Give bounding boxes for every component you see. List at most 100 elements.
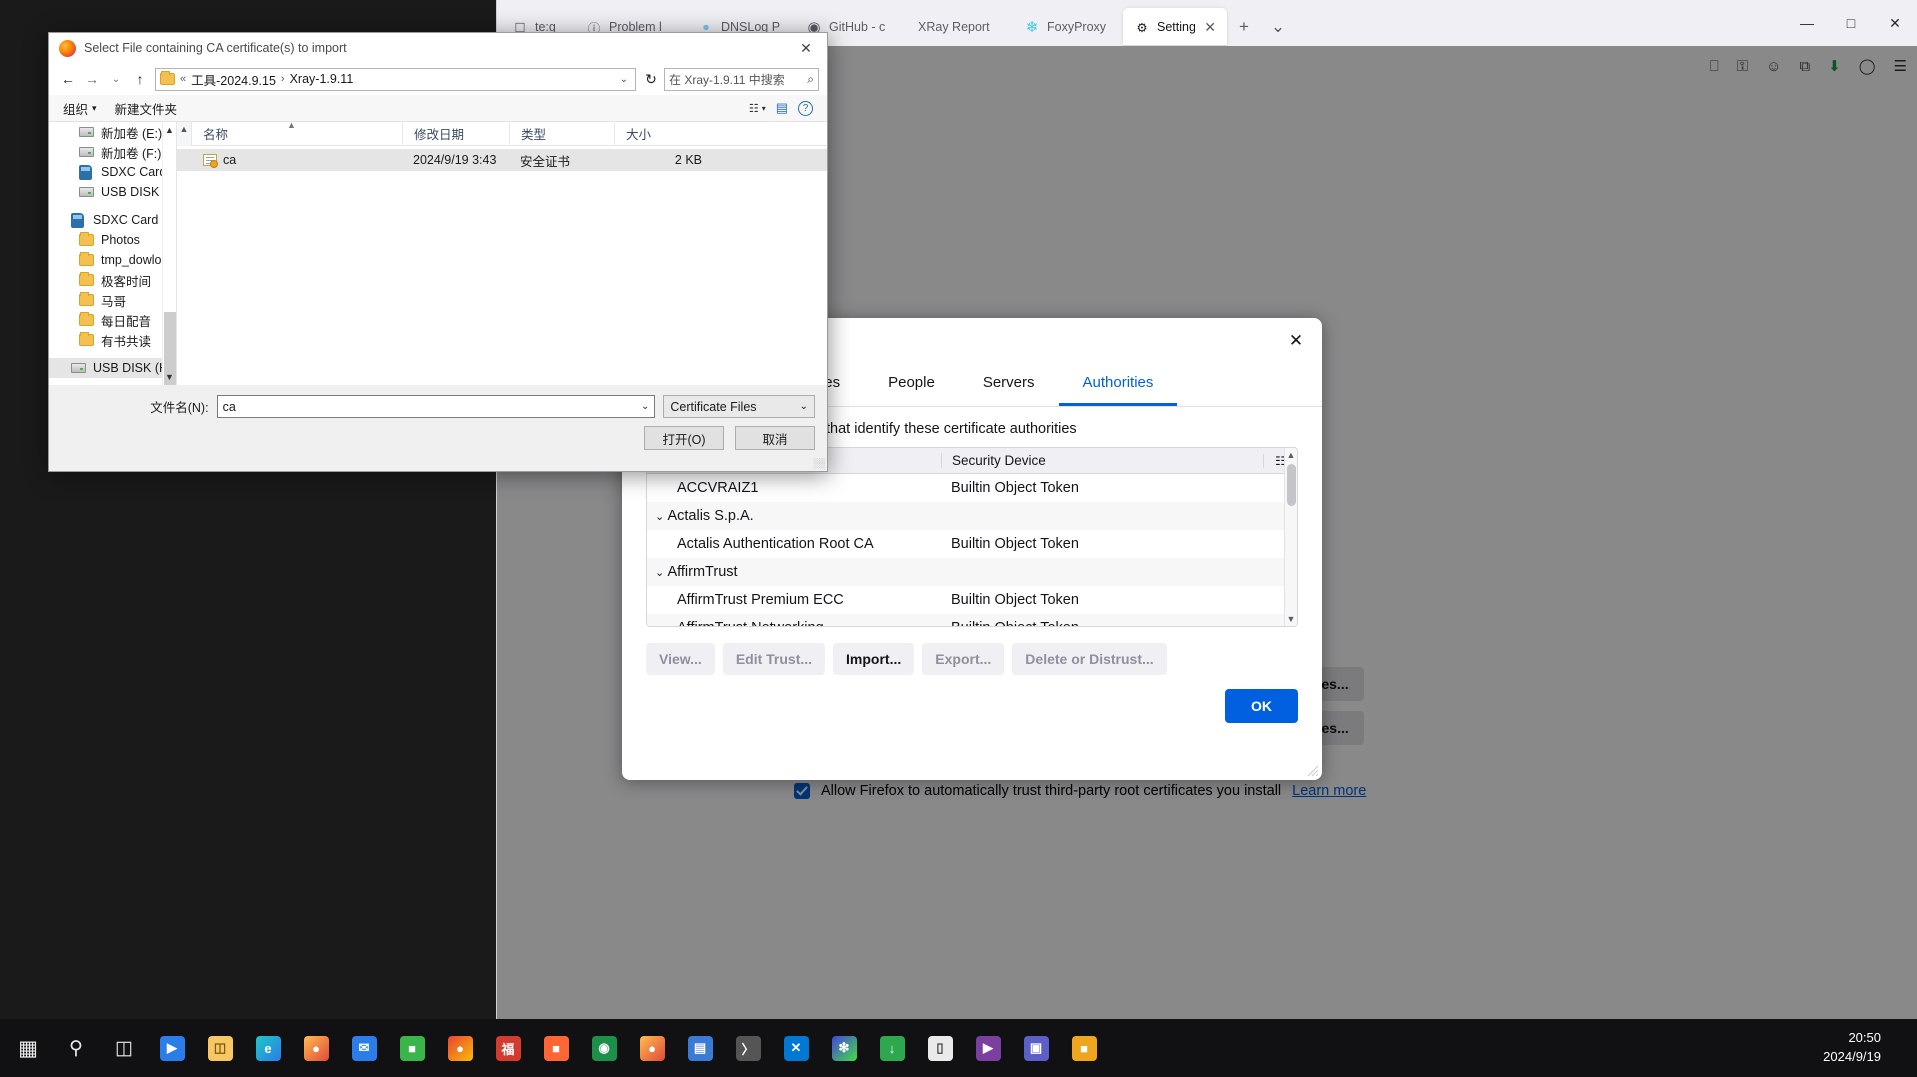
view-mode-button[interactable]: ☷ ▾ (749, 102, 766, 115)
column-header-name[interactable]: 名称 ▲ (192, 120, 402, 146)
vscode-icon[interactable]: ✕ (774, 1024, 818, 1072)
scroll-down-icon[interactable]: ▼ (1285, 612, 1297, 626)
table-row[interactable]: AffirmTrust Premium ECC Builtin Object T… (647, 586, 1297, 614)
resize-grip[interactable]: ░░ (813, 458, 825, 468)
minimize-button[interactable]: — (1785, 0, 1829, 46)
colorful-app-icon[interactable]: ❇ (822, 1024, 866, 1072)
new-tab-button[interactable]: + (1227, 8, 1261, 46)
globe-icon[interactable]: ◉ (582, 1024, 626, 1072)
scrollbar-thumb[interactable] (1287, 464, 1296, 506)
breadcrumb-part[interactable]: Xray-1.9.11 (290, 72, 354, 86)
breadcrumb-part[interactable]: 工具-2024.9.15 (191, 70, 276, 89)
forward-icon[interactable]: → (81, 67, 103, 91)
tree-item-usb-disk-selected[interactable]: USB DISK (H:) (49, 358, 176, 378)
tree-item-dubbing[interactable]: 每日配音 (49, 310, 176, 330)
scroll-up-icon[interactable]: ▲ (163, 122, 176, 138)
tree-item-tmp-download[interactable]: tmp_dowload_ (49, 250, 176, 270)
tab-authorities[interactable]: Authorities (1058, 364, 1178, 406)
taskbar-clock[interactable]: 20:50 2024/9/19 (1823, 1019, 1881, 1077)
edge-icon[interactable]: e (246, 1024, 290, 1072)
browser-tab[interactable]: ❄ FoxyProxy (1013, 8, 1123, 46)
video-app-icon[interactable]: ▶ (966, 1024, 1010, 1072)
column-header-size[interactable]: 大小 (614, 121, 714, 146)
tree-item-jike[interactable]: 极客时间 (49, 270, 176, 290)
notes-icon[interactable]: ▤ (678, 1024, 722, 1072)
open-button[interactable]: 打开(O) (644, 426, 724, 450)
firefox-dev-icon[interactable]: ● (630, 1024, 674, 1072)
preview-pane-icon[interactable]: ▤ (776, 100, 788, 116)
fu-app-icon[interactable]: 福 (486, 1024, 530, 1072)
view-button[interactable]: View... (646, 643, 715, 675)
help-icon[interactable]: ? (798, 100, 813, 116)
chevron-down-icon[interactable]: ⌄ (641, 401, 649, 412)
vertical-scrollbar[interactable]: ▲ ▼ (1284, 448, 1297, 626)
breadcrumb[interactable]: « 工具-2024.9.15 › Xray-1.9.11 ⌄ (155, 67, 636, 91)
tree-item-usb-h[interactable]: USB DISK (H:) (49, 182, 176, 202)
chevron-down-icon[interactable]: ⌄ (800, 401, 808, 412)
tree-item-drive-e[interactable]: 新加卷 (E:) (49, 122, 176, 142)
table-row[interactable]: Actalis Authentication Root CA Builtin O… (647, 530, 1297, 558)
file-explorer-icon[interactable]: ◫ (198, 1024, 242, 1072)
table-row[interactable]: ACCVRAIZ1 Builtin Object Token (647, 474, 1297, 502)
tree-item-photos[interactable]: Photos (49, 230, 176, 250)
organize-button[interactable]: 组织 ▾ (63, 99, 97, 118)
file-row[interactable]: ca 2024/9/19 3:43 安全证书 2 KB (177, 149, 827, 171)
teams-icon[interactable]: ▣ (1014, 1024, 1058, 1072)
table-row[interactable]: ⌄ AffirmTrust (647, 558, 1297, 586)
burp-icon[interactable]: ■ (534, 1024, 578, 1072)
tree-item-reading[interactable]: 有书共读 (49, 330, 176, 350)
column-header-modified[interactable]: 修改日期 (402, 121, 509, 146)
search-input[interactable]: 在 Xray-1.9.11 中搜索 ⌕ (664, 67, 819, 91)
column-header-device[interactable]: Security Device (941, 453, 1263, 468)
table-row[interactable]: ⌄ Actalis S.p.A. (647, 502, 1297, 530)
ok-button[interactable]: OK (1225, 689, 1298, 723)
firefox-icon[interactable]: ● (294, 1024, 338, 1072)
back-icon[interactable]: ← (57, 67, 79, 91)
up-icon[interactable]: ↑ (129, 67, 151, 91)
document-app-icon[interactable]: ▯ (918, 1024, 962, 1072)
list-all-tabs-button[interactable]: ⌄ (1261, 8, 1295, 46)
terminal-icon[interactable]: 〉 (726, 1024, 770, 1072)
tree-scrollbar[interactable]: ▲ ▼ (162, 122, 176, 385)
tree-item-drive-f[interactable]: 新加卷 (F:) (49, 142, 176, 162)
edit-trust-button[interactable]: Edit Trust... (722, 643, 826, 675)
folder-app-icon[interactable]: ■ (1062, 1024, 1106, 1072)
show-desktop-button[interactable] (1905, 1019, 1913, 1077)
tab-people[interactable]: People (864, 364, 959, 406)
media-app-icon[interactable]: ▶ (150, 1024, 194, 1072)
start-icon[interactable]: ▦ (6, 1024, 50, 1072)
wechat-icon[interactable]: ■ (390, 1024, 434, 1072)
download-app-icon[interactable]: ↓ (870, 1024, 914, 1072)
tree-item-mage[interactable]: 马哥 (49, 290, 176, 310)
browser-tab-settings[interactable]: ⚙ Settings ✕ (1123, 8, 1227, 46)
filename-input[interactable]: ca ⌄ (216, 395, 656, 418)
scroll-up-icon[interactable]: ▲ (1285, 448, 1297, 462)
export-button[interactable]: Export... (922, 643, 1005, 675)
close-icon[interactable]: ✕ (785, 33, 827, 63)
table-row[interactable]: AffirmTrust Networking Builtin Object To… (647, 614, 1297, 626)
delete-or-distrust-button[interactable]: Delete or Distrust... (1012, 643, 1167, 675)
close-window-button[interactable]: ✕ (1873, 0, 1917, 46)
maximize-button[interactable]: □ (1829, 0, 1873, 46)
tree-item-sdxc-g[interactable]: SDXC Card (G:) (49, 162, 176, 182)
chevron-down-icon[interactable]: ⌄ (655, 567, 664, 579)
tree-item-sdxc-root[interactable]: SDXC Card (G:) (49, 210, 176, 230)
tab-servers[interactable]: Servers (959, 364, 1059, 406)
column-header-type[interactable]: 类型 (509, 121, 614, 146)
scroll-down-icon[interactable]: ▼ (163, 369, 176, 385)
close-icon[interactable]: ✕ (1204, 19, 1216, 36)
task-view-icon[interactable]: ◫ (102, 1024, 146, 1072)
recent-locations-icon[interactable]: ⌄ (105, 67, 127, 91)
import-button[interactable]: Import... (833, 643, 915, 675)
resize-grip[interactable] (1307, 765, 1319, 777)
browser-tab[interactable]: XRay Report (907, 8, 1013, 46)
chevron-down-icon[interactable]: ⌄ (620, 74, 631, 85)
close-icon[interactable]: ✕ (1280, 325, 1312, 357)
mail-icon[interactable]: ✉ (342, 1024, 386, 1072)
chrome-icon[interactable]: ● (438, 1024, 482, 1072)
cancel-button[interactable]: 取消 (735, 426, 815, 450)
search-icon[interactable]: ⚲ (54, 1024, 98, 1072)
file-type-filter[interactable]: Certificate Files ⌄ (663, 395, 816, 418)
new-folder-button[interactable]: 新建文件夹 (115, 99, 178, 118)
chevron-down-icon[interactable]: ⌄ (655, 511, 664, 523)
